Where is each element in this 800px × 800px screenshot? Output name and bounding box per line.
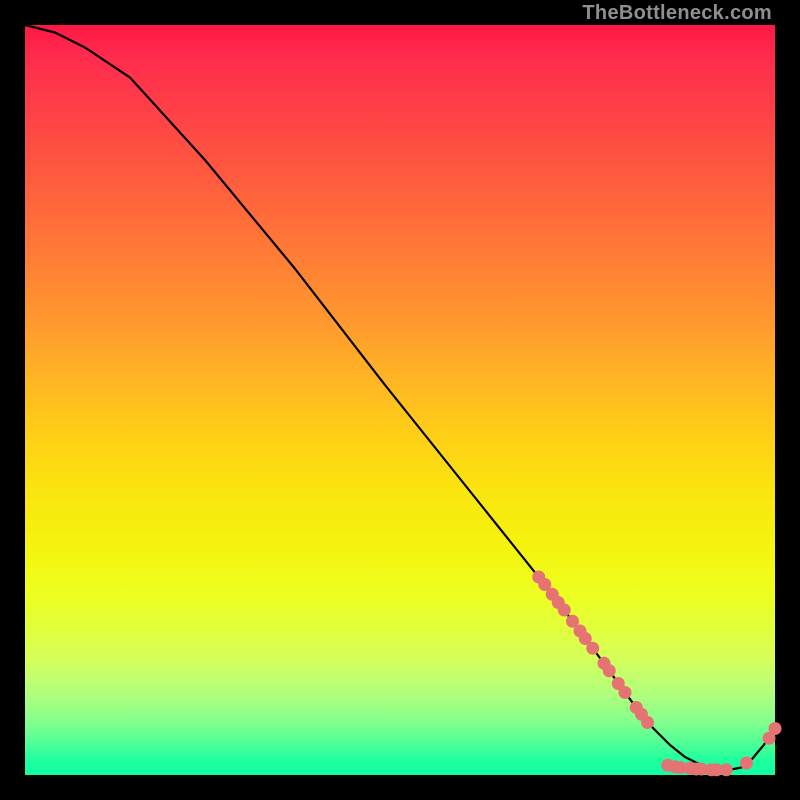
data-marker bbox=[603, 664, 616, 677]
data-marker bbox=[558, 604, 571, 617]
data-marker bbox=[740, 757, 753, 770]
data-marker bbox=[769, 722, 782, 735]
marker-group bbox=[532, 571, 781, 777]
watermark-text: TheBottleneck.com bbox=[582, 2, 772, 25]
chart-container: TheBottleneck.com bbox=[0, 0, 800, 800]
data-marker bbox=[619, 686, 632, 699]
curve-line bbox=[25, 25, 775, 770]
chart-overlay bbox=[25, 25, 775, 775]
data-marker bbox=[720, 763, 733, 776]
data-marker bbox=[641, 716, 654, 729]
data-marker bbox=[586, 642, 599, 655]
